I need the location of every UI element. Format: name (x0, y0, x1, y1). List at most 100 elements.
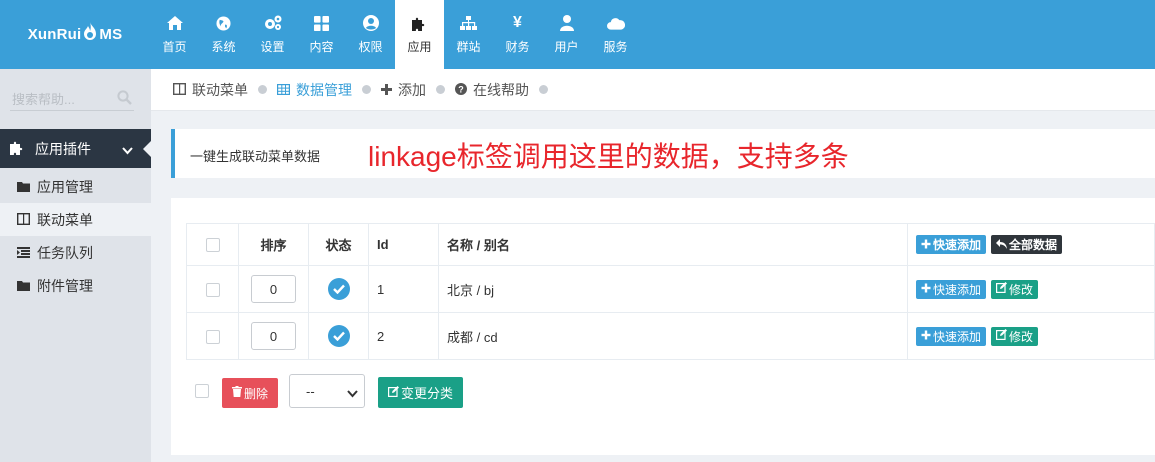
breadcrumb-label: 添加 (398, 81, 426, 98)
nav-label: 设置 (260, 40, 285, 54)
logo-text-left: XunRui (27, 26, 82, 43)
sidebar-item-label: 应用管理 (37, 178, 93, 195)
button-label: 快速添加 (933, 238, 982, 252)
active-notch (143, 140, 152, 158)
header-id[interactable]: Id (368, 223, 439, 266)
header-order[interactable]: 排序 (238, 223, 309, 266)
sidebar-item-app-management[interactable]: 应用管理 (0, 170, 151, 203)
sidebar-section-label: 应用插件 (35, 140, 91, 157)
status-cell (308, 312, 369, 360)
nav-settings[interactable]: 设置 (248, 0, 297, 69)
row-checkbox[interactable] (205, 282, 220, 297)
breadcrumb-separator (362, 85, 371, 94)
nav-content[interactable]: 内容 (297, 0, 346, 69)
main-nav: 首页 系统 设置 内容 权限 应用 群站 ¥ 财务 用户 服务 (150, 0, 640, 69)
all-data-button[interactable]: 全部数据 (991, 235, 1063, 254)
sidebar-item-label: 联动菜单 (37, 211, 93, 228)
status-check-icon[interactable] (327, 278, 350, 300)
breadcrumb-separator (436, 85, 445, 94)
nav-label: 服务 (603, 40, 628, 54)
grid-icon (313, 14, 331, 32)
content-panel: 排序 状态 Id 名称 / 别名 快速添加 全部数据 0 1 北京 / bj 快速… (171, 198, 1155, 455)
name-cell: 北京 / bj (438, 265, 908, 313)
nav-services[interactable]: 服务 (591, 0, 640, 69)
table-row: 0 2 成都 / cd 快速添加 修改 (186, 312, 1155, 360)
table-icon (277, 82, 291, 98)
table-footer: 删除 -- 变更分类 (186, 374, 586, 414)
logo-text-right: MS (99, 26, 123, 43)
nav-label: 内容 (309, 40, 334, 54)
breadcrumb-online-help[interactable]: ? 在线帮助 (455, 80, 529, 100)
delete-button[interactable]: 删除 (222, 378, 279, 408)
sidebar-item-linkage-menu[interactable]: 联动菜单 (0, 203, 151, 236)
breadcrumb-data-management[interactable]: 数据管理 (277, 80, 352, 100)
name-cell: 成都 / cd (438, 312, 908, 360)
top-navbar: XunRui MS 首页 系统 设置 内容 权限 应用 群站 ¥ 财务 用户 服… (0, 0, 1155, 69)
footer-select-all-checkbox[interactable] (195, 384, 209, 398)
logo[interactable]: XunRui MS (0, 0, 150, 69)
category-select[interactable]: -- (289, 374, 365, 408)
chevron-down-icon (122, 142, 133, 158)
breadcrumb-separator (539, 85, 548, 94)
order-input[interactable]: 0 (251, 275, 296, 303)
status-check-icon[interactable] (327, 325, 350, 347)
breadcrumb-add[interactable]: 添加 (381, 80, 426, 100)
plus-circle-icon (921, 238, 933, 252)
nav-system[interactable]: 系统 (199, 0, 248, 69)
edit-icon (996, 282, 1009, 296)
search-icon[interactable] (117, 90, 132, 108)
yen-icon: ¥ (513, 14, 522, 31)
sidebar-item-task-queue[interactable]: 任务队列 (0, 236, 151, 269)
order-cell: 0 (238, 312, 309, 360)
flame-icon (82, 21, 98, 42)
puzzle-icon (411, 14, 429, 32)
cogs-icon (264, 14, 282, 32)
reply-icon (996, 238, 1009, 252)
id-cell: 1 (368, 265, 439, 313)
order-input[interactable]: 0 (251, 322, 296, 350)
breadcrumb-label: 数据管理 (296, 81, 352, 98)
breadcrumb-linkage-menu[interactable]: 联动菜单 (172, 80, 248, 100)
nav-sites[interactable]: 群站 (444, 0, 493, 69)
chevron-down-icon (347, 386, 358, 401)
table-row: 0 1 北京 / bj 快速添加 修改 (186, 265, 1155, 313)
nav-home[interactable]: 首页 (150, 0, 199, 69)
row-checkbox-cell (186, 265, 239, 313)
breadcrumb-separator (258, 85, 267, 94)
select-all-checkbox[interactable] (205, 238, 220, 253)
status-cell (308, 265, 369, 313)
edit-button[interactable]: 修改 (991, 326, 1039, 346)
info-note: 一键生成联动菜单数据 linkage标签调用这里的数据，支持多条 (171, 129, 1155, 178)
header-status[interactable]: 状态 (308, 223, 369, 266)
sidebar-item-attachments[interactable]: 附件管理 (0, 269, 151, 302)
button-label: 快速添加 (933, 329, 982, 344)
search-input[interactable]: 搜索帮助... (10, 85, 134, 111)
nav-label: 首页 (162, 40, 187, 54)
sidebar-section-app-plugins[interactable]: 应用插件 (0, 129, 152, 168)
annotation-text: linkage标签调用这里的数据，支持多条 (368, 141, 849, 172)
change-category-button[interactable]: 变更分类 (378, 377, 464, 408)
plus-circle-icon (921, 282, 933, 296)
sitemap-icon (460, 14, 478, 32)
edit-button[interactable]: 修改 (991, 279, 1039, 299)
header-actions: 快速添加 全部数据 (907, 223, 1155, 266)
nav-finance[interactable]: ¥ 财务 (493, 0, 542, 69)
breadcrumb-label: 在线帮助 (473, 81, 529, 98)
breadcrumb: 联动菜单 数据管理 添加 ? 在线帮助 (151, 69, 1155, 111)
order-cell: 0 (238, 265, 309, 313)
nav-label: 权限 (358, 40, 383, 54)
quick-add-button[interactable]: 快速添加 (916, 235, 987, 254)
nav-apps[interactable]: 应用 (395, 0, 444, 69)
table-header-row: 排序 状态 Id 名称 / 别名 快速添加 全部数据 (186, 223, 1155, 266)
button-label: 快速添加 (933, 282, 982, 297)
folder-icon (17, 179, 30, 195)
quick-add-button[interactable]: 快速添加 (916, 326, 987, 346)
nav-users[interactable]: 用户 (542, 0, 591, 69)
quick-add-button[interactable]: 快速添加 (916, 279, 987, 299)
header-name[interactable]: 名称 / 别名 (438, 223, 908, 266)
columns-icon (16, 212, 31, 228)
row-checkbox[interactable] (205, 329, 220, 344)
puzzle-icon (10, 140, 26, 158)
sidebar: 搜索帮助... 应用插件 应用管理 联动菜单 任务队列 附件管理 (0, 69, 152, 462)
nav-permissions[interactable]: 权限 (346, 0, 395, 69)
